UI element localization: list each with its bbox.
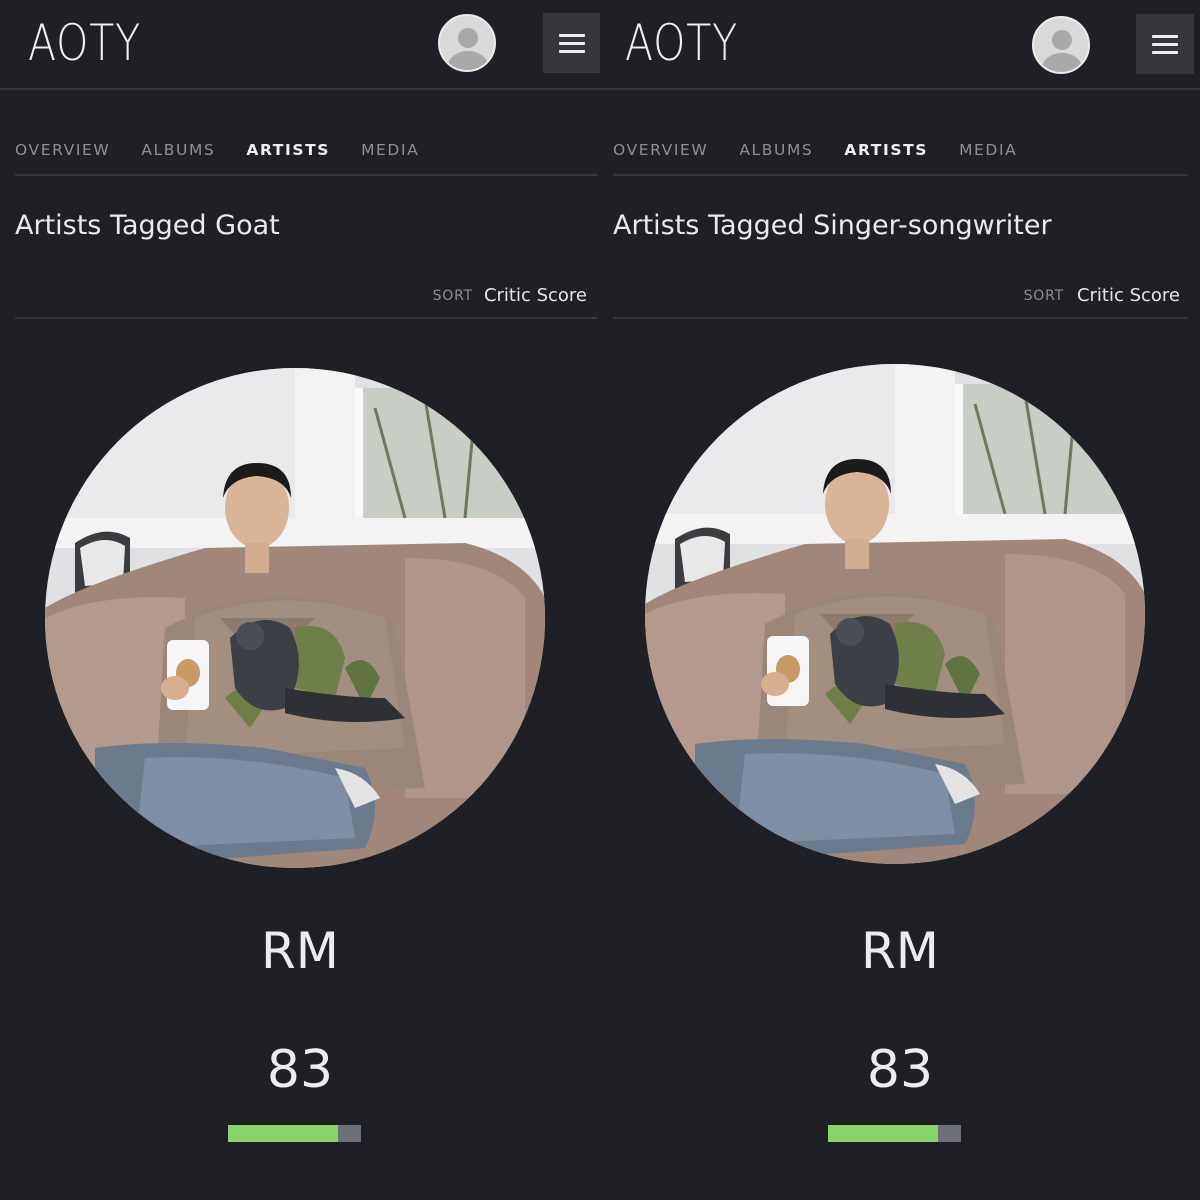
avatar-body-shape (448, 51, 488, 70)
menu-line (1152, 50, 1178, 54)
avatar-head-shape (458, 28, 478, 48)
menu-line (559, 41, 585, 45)
tab-overview[interactable]: OVERVIEW (15, 128, 110, 174)
sort-bar: SORT Critic Score (613, 282, 1188, 319)
artist-name[interactable]: RM (600, 922, 1200, 980)
tab-artists[interactable]: ARTISTS (844, 128, 928, 174)
panel-left: AOTY OVERVIEW ALBUMS ARTISTS MEDIA Artis… (0, 0, 600, 1200)
sort-bar: SORT Critic Score (15, 282, 597, 319)
tab-overview[interactable]: OVERVIEW (613, 128, 708, 174)
score-bar (228, 1125, 361, 1142)
sort-dropdown[interactable]: Critic Score (1077, 285, 1180, 306)
split-screenshot: AOTY OVERVIEW ALBUMS ARTISTS MEDIA Artis… (0, 0, 1200, 1200)
avatar-head-shape (1052, 30, 1072, 50)
tab-albums[interactable]: ALBUMS (141, 128, 215, 174)
sort-label: SORT (1023, 288, 1064, 304)
tab-media[interactable]: MEDIA (361, 128, 419, 174)
page-title: Artists Tagged Singer-songwriter (613, 210, 1052, 241)
user-avatar-icon[interactable] (438, 14, 496, 72)
tab-albums[interactable]: ALBUMS (739, 128, 813, 174)
critic-score: 83 (266, 1040, 334, 1100)
top-bar: AOTY (0, 0, 600, 90)
menu-line (1152, 42, 1178, 46)
top-bar: AOTY (600, 0, 1200, 90)
menu-line (1152, 34, 1178, 38)
section-tabs: OVERVIEW ALBUMS ARTISTS MEDIA (613, 128, 1188, 176)
sort-dropdown[interactable]: Critic Score (484, 285, 587, 306)
user-avatar-icon[interactable] (1032, 16, 1090, 74)
avatar-body-shape (1042, 53, 1082, 72)
menu-line (559, 33, 585, 37)
artist-photo-illustration (645, 364, 1145, 864)
page-title: Artists Tagged Goat (15, 210, 280, 241)
artist-name[interactable]: RM (0, 922, 600, 980)
tab-media[interactable]: MEDIA (959, 128, 1017, 174)
tab-artists[interactable]: ARTISTS (246, 128, 330, 174)
artist-photo-illustration (45, 368, 545, 868)
section-tabs: OVERVIEW ALBUMS ARTISTS MEDIA (15, 128, 597, 176)
score-bar (828, 1125, 961, 1142)
panel-right: AOTY OVERVIEW ALBUMS ARTISTS MEDIA Artis… (600, 0, 1200, 1200)
menu-line (559, 49, 585, 53)
critic-score: 83 (866, 1040, 934, 1100)
score-bar-fill (828, 1125, 939, 1142)
score-bar-fill (228, 1125, 339, 1142)
hamburger-menu-icon[interactable] (543, 13, 600, 73)
artist-photo[interactable] (645, 364, 1145, 864)
artist-photo[interactable] (45, 368, 545, 868)
site-logo[interactable]: AOTY (625, 14, 738, 72)
sort-label: SORT (432, 288, 473, 304)
hamburger-menu-icon[interactable] (1136, 14, 1194, 74)
site-logo[interactable]: AOTY (28, 14, 141, 72)
